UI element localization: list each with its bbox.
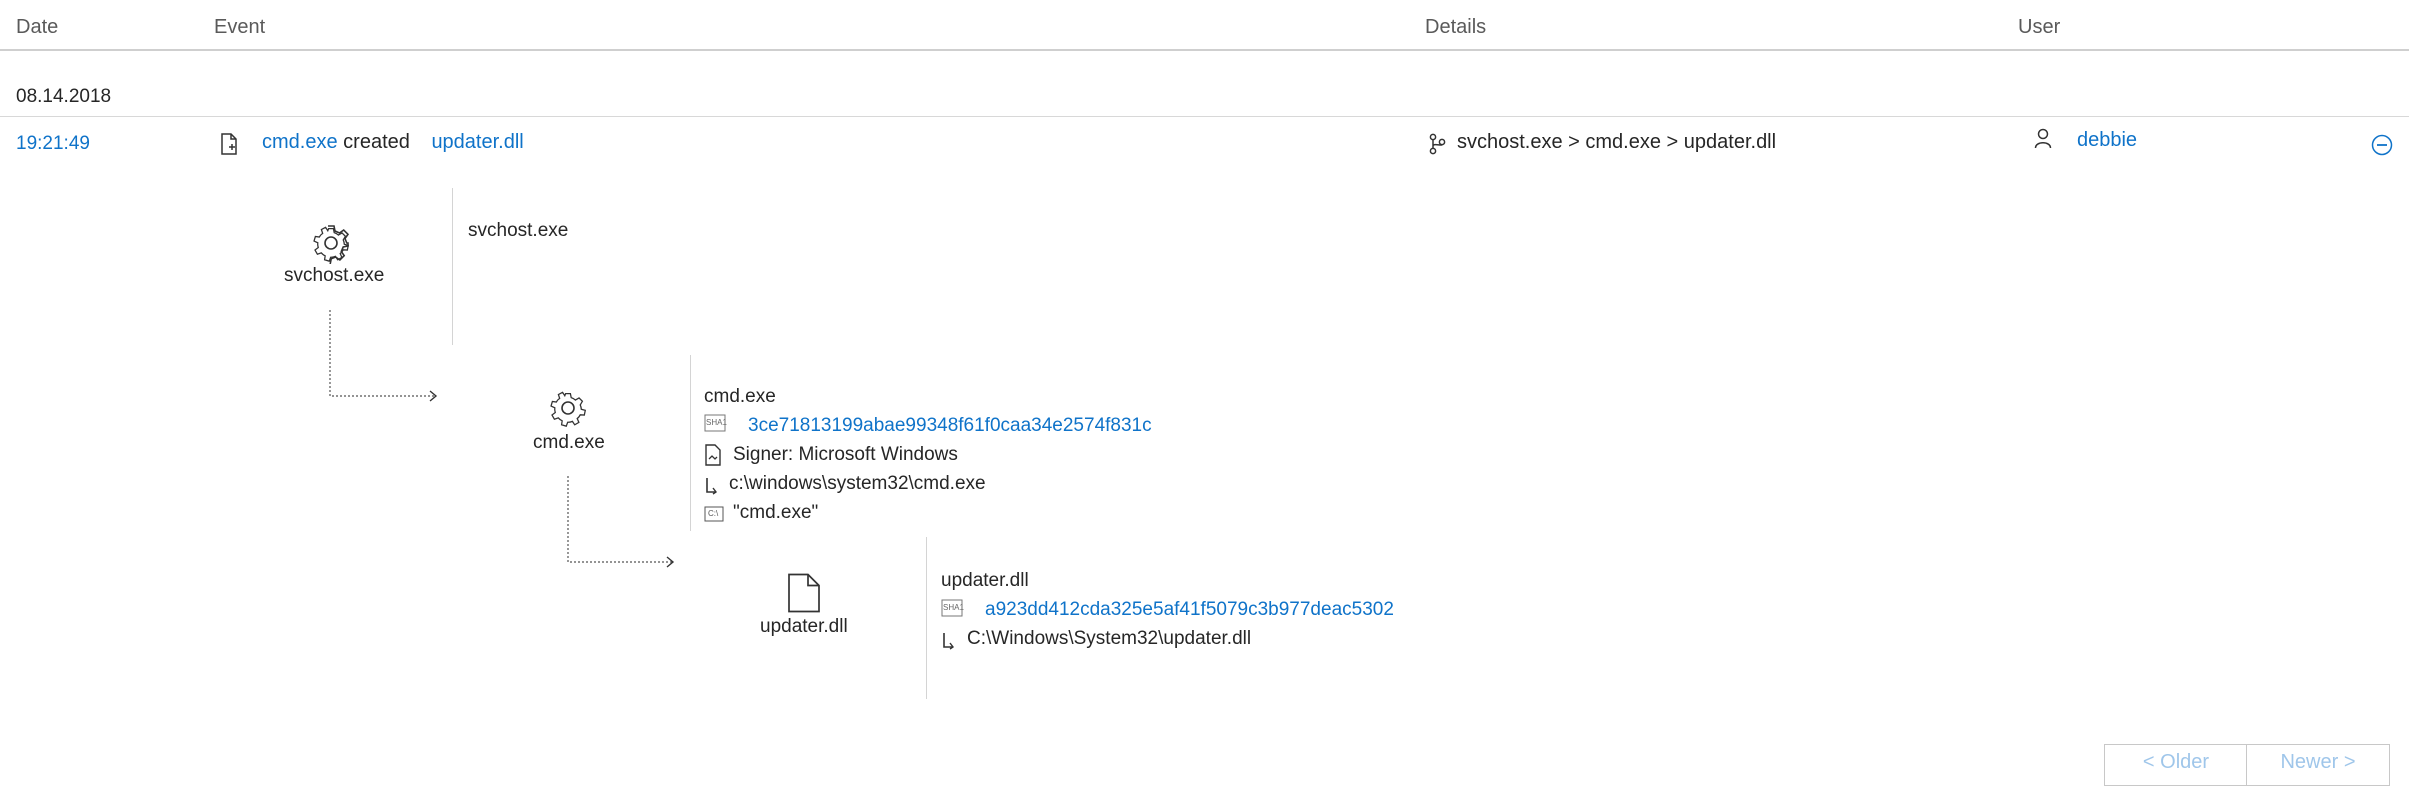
node-cmd-divider (690, 355, 691, 531)
signer-icon (705, 444, 721, 466)
tree-connector-1 (329, 310, 438, 402)
gear-icon-shape (313, 226, 350, 262)
event-details: svchost.exe > cmd.exe > updater.dll (1457, 131, 1777, 153)
file-created-icon (221, 133, 237, 155)
group-date: 08.14.2018 (16, 86, 112, 107)
sha1-badge-text: SHA1 (943, 603, 964, 612)
event-target-link[interactable]: updater.dll (431, 131, 523, 153)
header-event[interactable]: Event (214, 16, 265, 39)
file-icon (788, 573, 820, 613)
group-divider (0, 116, 2409, 117)
tree-connector-2 (567, 476, 675, 568)
event-time[interactable]: 19:21:49 (16, 133, 90, 155)
node-updater-label[interactable]: updater.dll (760, 616, 848, 638)
node-updater-divider (926, 537, 927, 699)
header-details[interactable]: Details (1425, 16, 1486, 39)
sha1-badge-text: SHA1 (706, 418, 727, 427)
header-date[interactable]: Date (16, 16, 58, 39)
sha1-icon: SHA1 (941, 598, 964, 618)
command-line-icon: C:\ (704, 506, 724, 522)
user-icon (2034, 128, 2052, 149)
event-actor-link[interactable]: cmd.exe (262, 131, 338, 153)
node-updater-detail-name: updater.dll (941, 570, 1029, 591)
event-user-link[interactable]: debbie (2077, 129, 2137, 152)
node-cmd-label[interactable]: cmd.exe (533, 432, 605, 454)
node-cmd-detail-name: cmd.exe (704, 386, 776, 407)
path-icon (706, 478, 718, 495)
event-description: cmd.exe created updater.dll (262, 131, 524, 154)
older-page-button[interactable]: < Older (2104, 744, 2248, 786)
node-cmd-signer: Signer: Microsoft Windows (733, 444, 958, 465)
gear-icon (550, 391, 587, 427)
newer-page-button[interactable]: Newer > (2246, 744, 2390, 786)
path-icon (943, 633, 955, 650)
sha1-icon: SHA1 (704, 413, 727, 433)
header-divider (0, 49, 2409, 51)
node-svchost-detail-name: svchost.exe (468, 220, 569, 241)
node-updater-sha1-link[interactable]: a923dd412cda325e5af41f5079c3b977deac5302 (985, 599, 1394, 621)
header-user[interactable]: User (2018, 16, 2060, 39)
node-cmd-path: c:\windows\system32\cmd.exe (729, 473, 986, 494)
event-verb: created (343, 131, 410, 153)
node-cmd-sha1-link[interactable]: 3ce71813199abae99348f61f0caa34e2574f831c (748, 415, 1152, 437)
node-updater-path: C:\Windows\System32\updater.dll (967, 628, 1252, 649)
node-svchost-label[interactable]: svchost.exe (284, 265, 384, 287)
command-line-badge-text: C:\ (708, 509, 719, 518)
node-svchost-divider (452, 188, 453, 345)
node-cmd-commandline: "cmd.exe" (733, 502, 819, 523)
process-tree-icon (1429, 133, 1446, 155)
collapse-row-icon[interactable] (2371, 134, 2393, 156)
